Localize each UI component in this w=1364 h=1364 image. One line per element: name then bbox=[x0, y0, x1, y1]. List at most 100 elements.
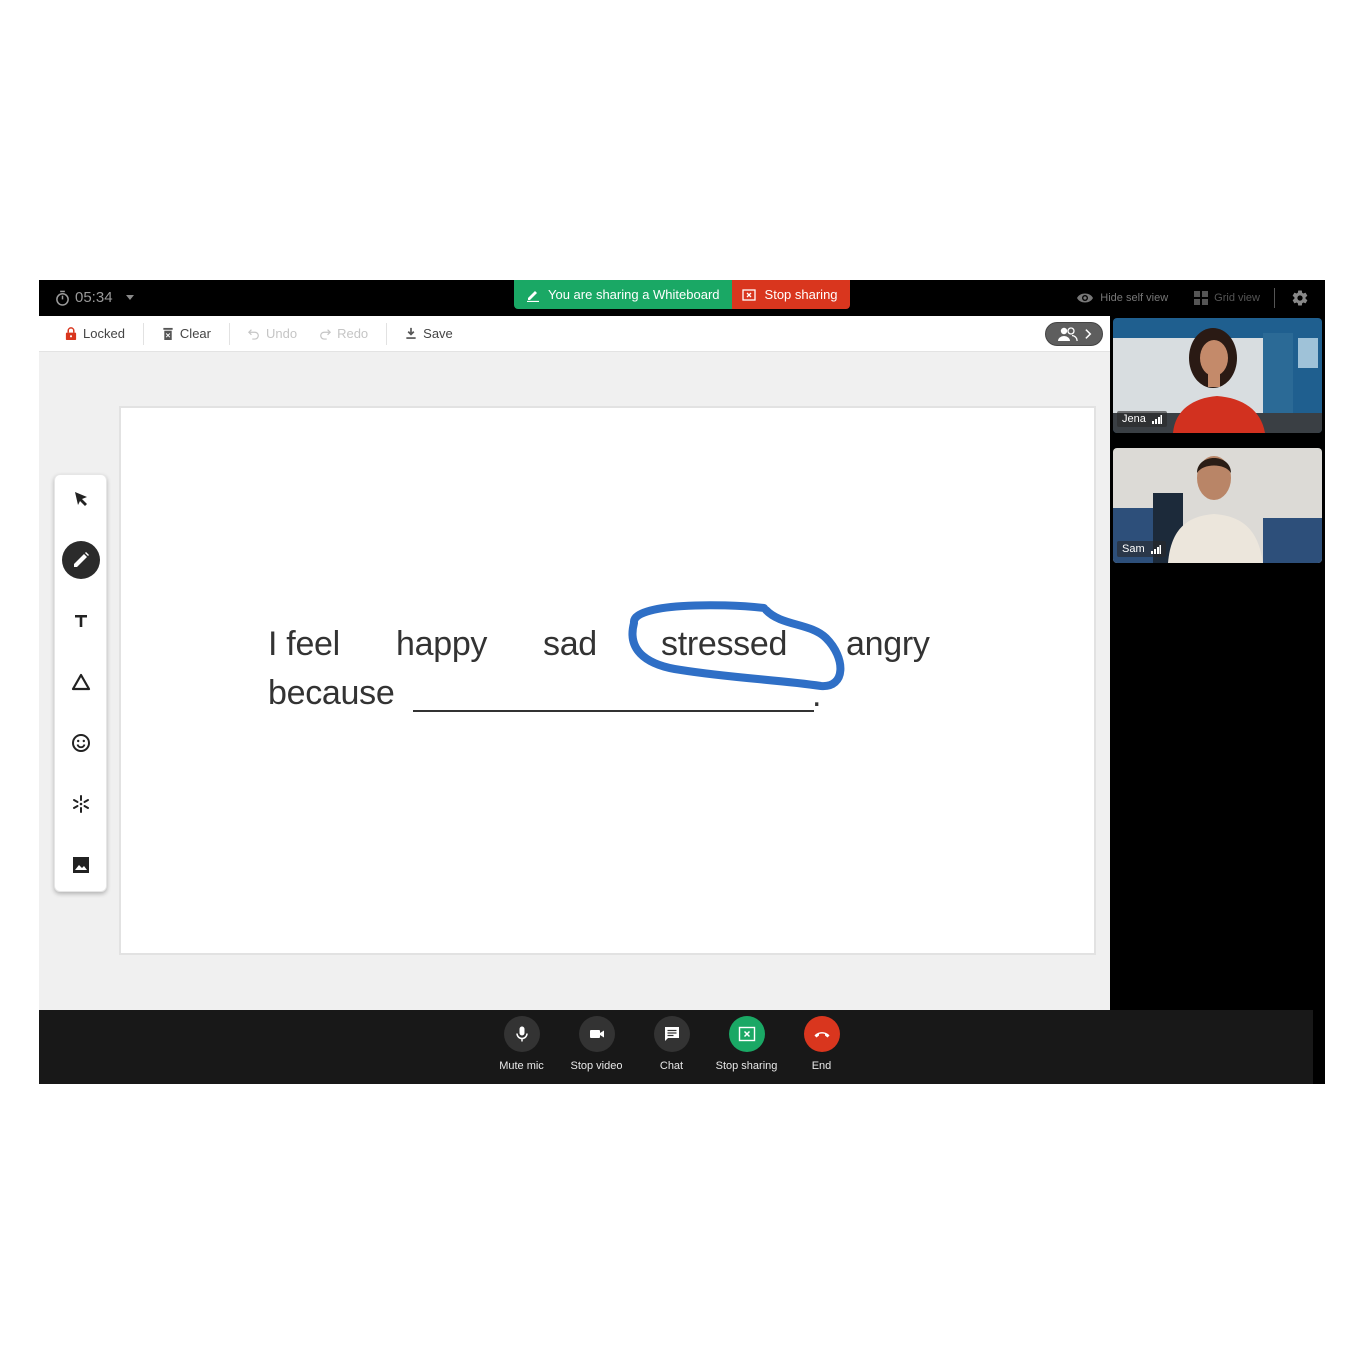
tool-text[interactable] bbox=[62, 602, 100, 640]
undo-icon bbox=[248, 329, 259, 340]
whiteboard-text-line-2: because . bbox=[268, 674, 968, 724]
signal-bars-icon bbox=[1150, 544, 1161, 554]
signal-bars-icon bbox=[1151, 414, 1162, 424]
top-right-controls: Hide self view Grid view bbox=[1076, 280, 1325, 316]
divider bbox=[142, 322, 144, 345]
tool-effects[interactable] bbox=[62, 785, 100, 823]
chat-button[interactable]: Chat bbox=[634, 1016, 709, 1072]
microphone-icon bbox=[515, 1026, 528, 1042]
undo-label: Undo bbox=[266, 326, 298, 341]
tool-sticker[interactable] bbox=[62, 724, 100, 762]
participants-panel-toggle[interactable] bbox=[1045, 322, 1103, 346]
stop-video-label: Stop video bbox=[570, 1060, 623, 1072]
redo-label: Redo bbox=[337, 326, 369, 341]
whiteboard-canvas[interactable]: I feel happy sad stressed angry because … bbox=[119, 406, 1096, 955]
chevron-down-icon[interactable] bbox=[125, 295, 134, 300]
stop-sharing-circle bbox=[728, 1016, 765, 1052]
pencil-icon bbox=[74, 552, 89, 567]
drawing-tools-panel bbox=[54, 474, 107, 892]
eye-icon bbox=[1077, 293, 1094, 303]
clear-button[interactable]: Clear bbox=[162, 323, 211, 345]
undo-button[interactable]: Undo bbox=[248, 323, 297, 345]
sharing-message-text: You are sharing a Whiteboard bbox=[548, 287, 720, 302]
tool-image[interactable] bbox=[62, 846, 100, 884]
chat-label: Chat bbox=[659, 1060, 684, 1072]
pencil-icon bbox=[527, 290, 539, 302]
chevron-right-icon bbox=[1084, 329, 1091, 339]
session-timer[interactable]: 05:34 bbox=[55, 289, 134, 306]
gear-icon bbox=[1292, 290, 1308, 306]
top-bar: 05:34 You are sharing a Whiteboard Stop … bbox=[39, 280, 1325, 316]
tool-shape[interactable] bbox=[62, 663, 100, 701]
word-angry: angry bbox=[846, 625, 930, 663]
end-call-button[interactable]: End bbox=[784, 1016, 859, 1072]
stop-sharing-banner-button[interactable]: Stop sharing bbox=[731, 280, 850, 309]
end-call-label: End bbox=[811, 1060, 832, 1072]
participant-name: Sam bbox=[1122, 543, 1145, 555]
stopwatch-icon bbox=[56, 290, 69, 306]
fill-in-blank-line bbox=[413, 710, 814, 712]
chat-circle bbox=[653, 1016, 690, 1052]
cursor-arrow-icon bbox=[75, 492, 87, 506]
mute-mic-circle bbox=[503, 1016, 540, 1052]
participant-name-tag: Jena bbox=[1117, 411, 1167, 427]
divider bbox=[1274, 288, 1275, 308]
redo-icon bbox=[320, 329, 332, 340]
stop-video-button[interactable]: Stop video bbox=[559, 1016, 634, 1072]
clear-label: Clear bbox=[179, 326, 211, 341]
save-label: Save bbox=[423, 326, 453, 341]
grid-icon bbox=[1194, 291, 1209, 305]
participant-name: Jena bbox=[1122, 413, 1146, 425]
call-controls-bar: Mute mic Stop video Chat Stop sharing En… bbox=[39, 1010, 1313, 1084]
divider bbox=[386, 322, 388, 345]
period: . bbox=[812, 676, 822, 714]
download-icon bbox=[406, 327, 416, 339]
video-camera-icon bbox=[589, 1030, 604, 1038]
mute-mic-label: Mute mic bbox=[499, 1060, 544, 1072]
image-icon bbox=[73, 857, 89, 873]
text-icon bbox=[75, 615, 87, 627]
locked-label: Locked bbox=[83, 326, 125, 341]
people-icon bbox=[1057, 327, 1078, 341]
hide-self-view-button[interactable]: Hide self view bbox=[1076, 291, 1168, 305]
stop-sharing-banner-label: Stop sharing bbox=[764, 287, 838, 302]
sparkle-icon bbox=[73, 795, 89, 813]
call-controls: Mute mic Stop video Chat Stop sharing En… bbox=[484, 1016, 859, 1072]
word-sad: sad bbox=[543, 625, 597, 663]
sharing-banner: You are sharing a Whiteboard Stop sharin… bbox=[514, 280, 850, 309]
whiteboard-text-line-1: I feel happy sad stressed angry bbox=[268, 625, 968, 670]
chat-icon bbox=[664, 1027, 679, 1041]
grid-view-label: Grid view bbox=[1214, 292, 1260, 304]
smiley-icon bbox=[72, 734, 90, 752]
video-tile-sam[interactable]: Sam bbox=[1113, 448, 1322, 563]
tool-pen[interactable] bbox=[62, 541, 100, 579]
trash-icon bbox=[163, 327, 173, 340]
stop-video-circle bbox=[578, 1016, 615, 1052]
word-i-feel: I feel bbox=[268, 625, 340, 663]
video-tile-jena[interactable]: Jena bbox=[1113, 318, 1322, 433]
grid-view-button[interactable]: Grid view bbox=[1194, 291, 1260, 305]
end-call-circle bbox=[803, 1016, 840, 1052]
timer-value: 05:34 bbox=[75, 289, 113, 306]
save-button[interactable]: Save bbox=[405, 323, 453, 345]
video-call-window: 05:34 You are sharing a Whiteboard Stop … bbox=[39, 280, 1325, 1084]
whiteboard-toolbar: Locked Clear Undo Redo Save bbox=[39, 316, 1110, 352]
triangle-icon bbox=[71, 673, 91, 691]
participant-name-tag: Sam bbox=[1117, 541, 1166, 557]
mute-mic-button[interactable]: Mute mic bbox=[484, 1016, 559, 1072]
tool-select[interactable] bbox=[62, 480, 100, 518]
stop-sharing-button[interactable]: Stop sharing bbox=[709, 1016, 784, 1072]
whiteboard-area: Locked Clear Undo Redo Save I feel happy… bbox=[39, 316, 1110, 1010]
hang-up-icon bbox=[814, 1032, 829, 1038]
word-happy: happy bbox=[396, 625, 488, 663]
word-because: because bbox=[268, 674, 395, 712]
lock-icon bbox=[65, 327, 77, 340]
sharing-message: You are sharing a Whiteboard bbox=[514, 280, 732, 309]
divider bbox=[229, 322, 230, 345]
stop-share-icon bbox=[738, 1026, 755, 1042]
stop-sharing-label: Stop sharing bbox=[715, 1060, 778, 1072]
redo-button[interactable]: Redo bbox=[319, 323, 368, 345]
stop-share-icon bbox=[741, 288, 756, 301]
settings-button[interactable] bbox=[1291, 280, 1325, 316]
locked-button[interactable]: Locked bbox=[65, 323, 125, 345]
